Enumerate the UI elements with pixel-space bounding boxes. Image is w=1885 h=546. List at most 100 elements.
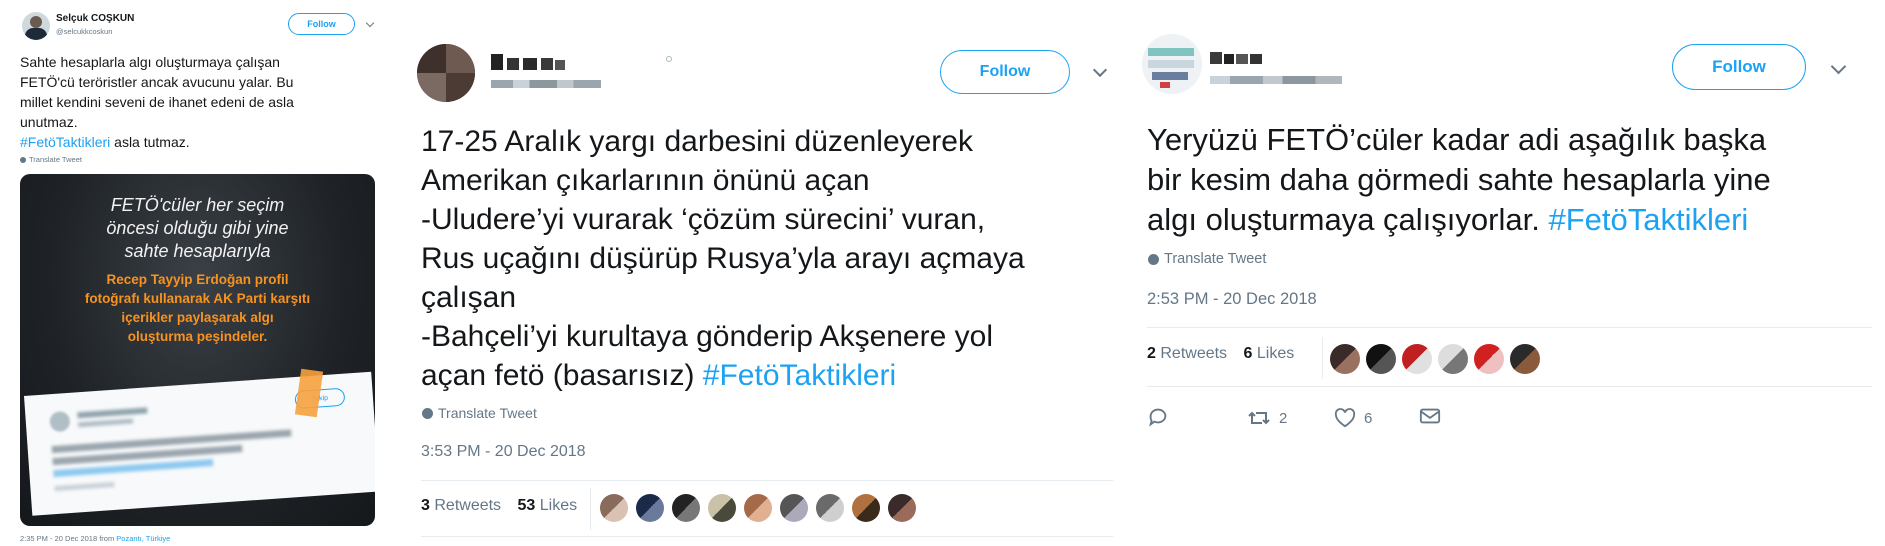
avatar[interactable] — [1474, 344, 1504, 374]
likes-label[interactable]: Likes — [540, 497, 577, 514]
avatar[interactable] — [636, 494, 664, 522]
divider — [1147, 386, 1872, 387]
online-dot — [666, 56, 672, 62]
divider — [421, 480, 1113, 481]
avatar[interactable] — [1330, 344, 1360, 374]
stats-separator — [1322, 337, 1323, 379]
tweet-text-line: açan fetö (basarısız) — [421, 359, 703, 392]
tweet-text-line: Amerikan çıkarlarının önünü açan — [421, 164, 870, 197]
image-caption-white: FETÖ'cüler her seçim öncesi olduğu gibi … — [20, 194, 375, 263]
avatar[interactable] — [1402, 344, 1432, 374]
like-button[interactable]: 6 — [1334, 406, 1394, 430]
tweet-1: Selçuk COŞKUN @selcukkcoskun Follow Saht… — [0, 0, 390, 546]
translate-tweet[interactable]: Translate Tweet — [20, 155, 82, 164]
avatar[interactable] — [1142, 34, 1202, 94]
retweets-count[interactable]: 3 — [421, 497, 430, 514]
retweet-button[interactable]: 2 — [1247, 406, 1307, 430]
tweet-text-line: algı oluşturmaya çalışıyorlar. — [1147, 202, 1549, 237]
hashtag-link[interactable]: #FetöTaktikleri — [1548, 202, 1748, 237]
image-caption-line: fotoğrafı kullanarak AK Parti karşıtı — [84, 291, 311, 306]
handle[interactable]: @selcukkcoskun — [56, 27, 112, 36]
likes-count[interactable]: 6 — [1244, 345, 1253, 362]
message-icon — [1419, 408, 1441, 424]
handle[interactable] — [491, 80, 601, 88]
tweet-text-line: çalışan — [421, 281, 517, 314]
translate-label: Translate Tweet — [29, 155, 82, 164]
follow-button[interactable]: Follow — [1672, 44, 1806, 90]
hashtag-link[interactable]: #FetöTaktikleri — [703, 359, 896, 392]
globe-icon — [422, 407, 433, 419]
display-name[interactable] — [491, 54, 567, 70]
reply-button[interactable] — [1147, 406, 1177, 430]
tweet-3: Follow Yeryüzü FETÖ’cüler kadar adi aşağ… — [1130, 0, 1885, 546]
translate-label: Translate Tweet — [438, 405, 537, 421]
avatar[interactable] — [708, 494, 736, 522]
retweet-icon — [1248, 411, 1270, 425]
tweet-text-line: FETÖ'cü teröristler ancak avucunu yalar.… — [20, 74, 294, 90]
tweet-text: 17-25 Aralık yargı darbesini düzenleyere… — [421, 122, 1111, 395]
avatar[interactable] — [1510, 344, 1540, 374]
tweet-text-line: -Uludere’yi vurarak ‘çözüm sürecini’ vur… — [421, 203, 986, 236]
avatar[interactable] — [780, 494, 808, 522]
translate-tweet[interactable]: Translate Tweet — [1148, 251, 1266, 267]
reply-icon — [1149, 408, 1167, 427]
avatar[interactable] — [888, 494, 916, 522]
retweets-label[interactable]: Retweets — [1160, 345, 1227, 362]
tweet-stats: 2 Retweets 6 Likes — [1147, 345, 1294, 363]
tweet-text-line: bir kesim daha görmedi sahte hesaplarla … — [1147, 162, 1771, 197]
avatar[interactable] — [1438, 344, 1468, 374]
tweet-text-line: millet kendini seveni de ihanet edeni de… — [20, 94, 294, 110]
retweets-label[interactable]: Retweets — [434, 497, 501, 514]
tweet-text-line: 17-25 Aralık yargı darbesini düzenleyere… — [421, 125, 973, 158]
avatar[interactable] — [672, 494, 700, 522]
chevron-down-icon[interactable] — [1092, 62, 1108, 78]
liker-avatars — [600, 494, 920, 524]
tweet-text-line: -Bahçeli’yi kurultaya gönderip Akşenere … — [421, 320, 993, 353]
avatar[interactable] — [852, 494, 880, 522]
avatar[interactable] — [600, 494, 628, 522]
handle[interactable] — [1210, 76, 1342, 84]
action-bar: 2 6 — [1147, 400, 1547, 434]
avatar[interactable] — [1366, 344, 1396, 374]
retweets-count[interactable]: 2 — [1147, 345, 1156, 362]
tweet-text-tail: asla tutmaz. — [110, 134, 190, 150]
avatar[interactable] — [816, 494, 844, 522]
tweet-text-line: Rus uçağını düşürüp Rusya’yla arayı açma… — [421, 242, 1025, 275]
tweet-timestamp: 2:35 PM - 20 Dec 2018 from Pozantı, Türk… — [20, 534, 170, 543]
follow-button[interactable]: Follow — [940, 50, 1070, 94]
timestamp-text[interactable]: 2:35 PM - 20 Dec 2018 from — [20, 534, 116, 543]
tweet-image[interactable]: FETÖ'cüler her seçim öncesi olduğu gibi … — [20, 174, 375, 526]
avatar[interactable] — [417, 44, 475, 102]
likes-label[interactable]: Likes — [1257, 345, 1294, 362]
display-name[interactable]: Selçuk COŞKUN — [56, 13, 134, 24]
avatar[interactable] — [22, 12, 50, 40]
image-caption-line: öncesi olduğu gibi yine — [106, 218, 289, 238]
hashtag-link[interactable]: #FetöTaktikleri — [20, 134, 110, 150]
tweet-text: Yeryüzü FETÖ’cüler kadar adi aşağılık ba… — [1147, 120, 1877, 240]
divider — [421, 536, 1113, 537]
image-caption-orange: Recep Tayyip Erdoğan profil fotoğrafı ku… — [20, 270, 375, 346]
tweet-text-line: unutmaz. — [20, 114, 78, 130]
message-button[interactable] — [1419, 406, 1449, 430]
translate-label: Translate Tweet — [1164, 251, 1267, 267]
embedded-tweet-card: Takip — [24, 371, 375, 516]
location-link[interactable]: Pozantı, Türkiye — [116, 534, 170, 543]
chevron-down-icon[interactable] — [365, 18, 375, 28]
tweet-timestamp[interactable]: 2:53 PM - 20 Dec 2018 — [1147, 290, 1317, 309]
heart-icon — [1334, 408, 1356, 428]
globe-icon — [1148, 253, 1159, 265]
translate-tweet[interactable]: Translate Tweet — [422, 405, 537, 421]
avatar[interactable] — [744, 494, 772, 522]
tweet-2: Follow 17-25 Aralık yargı darbesini düze… — [405, 0, 1115, 546]
avatar — [49, 410, 71, 433]
image-caption-line: oluşturma peşindeler. — [127, 329, 268, 344]
globe-icon — [20, 156, 26, 163]
image-caption-line: içerikler paylaşarak algı — [121, 310, 274, 325]
chevron-down-icon[interactable] — [1830, 58, 1847, 75]
image-caption-line: Recep Tayyip Erdoğan profil — [106, 272, 289, 287]
follow-button[interactable]: Follow — [288, 13, 355, 35]
display-name[interactable] — [1210, 50, 1270, 64]
likes-count[interactable]: 53 — [518, 497, 536, 514]
tweet-stats: 3 Retweets 53 Likes — [421, 497, 577, 515]
tweet-timestamp[interactable]: 3:53 PM - 20 Dec 2018 — [421, 443, 586, 461]
